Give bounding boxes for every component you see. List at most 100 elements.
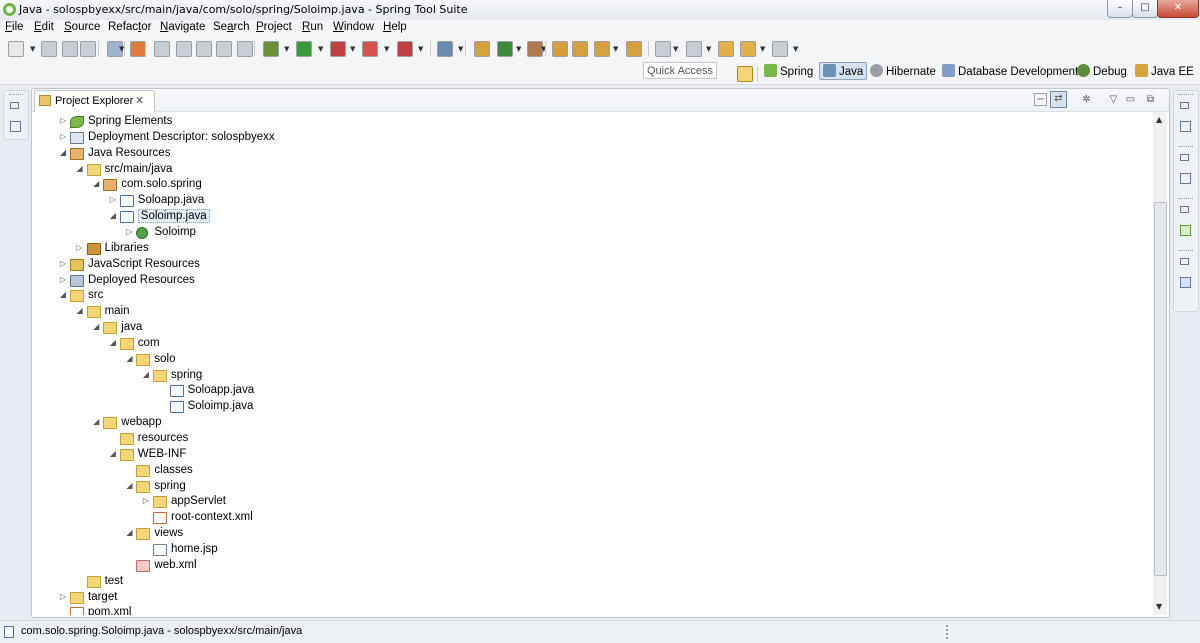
tree-item[interactable]: resources [32,431,1150,447]
dropdown-arrow-icon[interactable]: ▼ [706,45,711,53]
debug-icon[interactable] [263,41,279,57]
tree-item[interactable]: ▷ Deployment Descriptor: solospbyexx [32,130,1150,146]
link-with-editor-icon[interactable]: ⇄ [1050,91,1067,108]
expanded-arrow-icon[interactable]: ◢ [125,528,133,537]
perspective-java[interactable]: Java [819,62,868,80]
tree-item[interactable]: ▷ target [32,590,1150,606]
tree-item[interactable]: ◢ com.solo.spring [32,177,1150,193]
new-class-icon[interactable] [497,41,513,57]
view-menu-icon[interactable]: ▽ [1107,93,1120,106]
dropdown-arrow-icon[interactable]: ▼ [350,45,355,53]
tree-item[interactable]: Soloimp.java [32,399,1150,415]
tasks-icon[interactable] [594,41,610,57]
expanded-arrow-icon[interactable]: ◢ [142,370,150,379]
collapsed-arrow-icon[interactable]: ▷ [59,116,67,125]
scroll-up-icon[interactable]: ▲ [1156,115,1162,124]
open-type-icon[interactable] [552,41,568,57]
restore-icon[interactable] [1180,258,1189,265]
expanded-arrow-icon[interactable]: ◢ [92,179,100,188]
minimize-view-icon[interactable]: ▭ [1124,93,1137,106]
collapsed-arrow-icon[interactable]: ▷ [109,195,117,204]
dropdown-arrow-icon[interactable]: ▼ [458,45,463,53]
forward-icon[interactable] [772,41,788,57]
dropdown-arrow-icon[interactable]: ▼ [516,45,521,53]
new-icon[interactable] [8,41,24,57]
expanded-arrow-icon[interactable]: ◢ [125,354,133,363]
expanded-arrow-icon[interactable]: ◢ [109,449,117,458]
tab-project-explorer[interactable]: Project Explorer ✕ [34,90,155,112]
menu-item[interactable]: Help [383,21,407,33]
tree-item[interactable]: ◢ main [32,304,1150,320]
menu-item[interactable]: Navigate [160,21,205,33]
last-edit-icon[interactable] [718,41,734,57]
tree-item[interactable]: ◢ WEB-INF [32,447,1150,463]
quick-access-input[interactable]: Quick Access [643,62,717,79]
perspective-java-ee[interactable]: Java EE [1135,64,1194,78]
tree-item[interactable]: ▷ Spring Elements [32,114,1150,130]
menu-item[interactable]: Project [256,21,292,33]
dropdown-arrow-icon[interactable]: ▼ [418,45,423,53]
expanded-arrow-icon[interactable]: ◢ [76,164,84,173]
scroll-down-icon[interactable]: ▼ [1156,602,1162,611]
maximize-button[interactable]: □ [1132,0,1158,18]
menu-item[interactable]: Run [302,21,323,33]
run-icon[interactable] [296,41,312,57]
tree-item[interactable]: ▷ Deployed Resources [32,273,1150,289]
tree-item[interactable]: ◢ com [32,336,1150,352]
dropdown-arrow-icon[interactable]: ▼ [30,45,35,53]
restore-icon[interactable] [1180,154,1189,161]
tree-item[interactable]: root-context.xml [32,510,1150,526]
edit-icon[interactable] [176,41,192,57]
expanded-arrow-icon[interactable]: ◢ [76,306,84,315]
tree-item[interactable]: ▷ appServlet [32,494,1150,510]
tree-item[interactable]: ◢ solo [32,352,1150,368]
expanded-arrow-icon[interactable]: ◢ [125,481,133,490]
dropdown-arrow-icon[interactable]: ▼ [760,45,765,53]
tab-close-icon[interactable]: ✕ [135,94,144,107]
restore-icon[interactable] [1180,206,1189,213]
annotation-icon[interactable] [626,41,642,57]
outline-view-icon[interactable] [10,121,21,132]
scrollbar-thumb[interactable] [1154,202,1167,576]
customize-view-icon[interactable]: ✲ [1080,93,1093,106]
save-icon[interactable] [41,41,57,57]
collapsed-arrow-icon[interactable]: ▷ [59,275,67,284]
tree-item[interactable]: ▷ Soloapp.java [32,193,1150,209]
next-annotation-icon[interactable] [655,41,671,57]
deploy-icon[interactable] [397,41,413,57]
tree-item[interactable]: ◢ webapp [32,415,1150,431]
tree-item[interactable]: ▷ Libraries [32,241,1150,257]
tree-item[interactable]: ◢ Soloimp.java [32,209,1150,225]
tree-item[interactable]: ◢ Java Resources [32,146,1150,162]
collapsed-arrow-icon[interactable]: ▷ [59,259,67,268]
expanded-arrow-icon[interactable]: ◢ [59,290,67,299]
save-all-icon[interactable] [62,41,78,57]
menu-item[interactable]: Search [213,21,249,33]
maximize-view-icon[interactable]: ⧉ [1144,93,1157,106]
block-icon[interactable] [216,41,232,57]
dropdown-arrow-icon[interactable]: ▼ [673,45,678,53]
prev-annotation-icon[interactable] [686,41,702,57]
perspective-spring[interactable]: Spring [764,64,813,78]
expanded-arrow-icon[interactable]: ◢ [109,338,117,347]
expanded-arrow-icon[interactable]: ◢ [92,322,100,331]
collapsed-arrow-icon[interactable]: ▷ [125,227,133,236]
tree-item[interactable]: ▷ JavaScript Resources [32,257,1150,273]
menu-item[interactable]: Edit [34,21,54,33]
menu-item[interactable]: File [5,21,24,33]
expanded-arrow-icon[interactable]: ◢ [92,417,100,426]
tree-item[interactable]: ◢ views [32,526,1150,542]
show-whitespace-icon[interactable] [237,41,253,57]
open-perspective-icon[interactable] [737,66,753,82]
perspective-database-development[interactable]: Database Development [942,64,1078,78]
tree-item[interactable]: home.jsp [32,542,1150,558]
collapsed-arrow-icon[interactable]: ▷ [142,496,150,505]
menu-item[interactable]: Window [333,21,374,33]
task-list-icon[interactable] [1180,121,1191,132]
tree-item[interactable]: ◢ src [32,288,1150,304]
tree-item[interactable]: web.xml [32,558,1150,574]
dropdown-arrow-icon[interactable]: ▼ [284,45,289,53]
collapsed-arrow-icon[interactable]: ▷ [59,592,67,601]
spring-explorer-icon[interactable] [1180,225,1191,236]
tree-item[interactable]: classes [32,463,1150,479]
